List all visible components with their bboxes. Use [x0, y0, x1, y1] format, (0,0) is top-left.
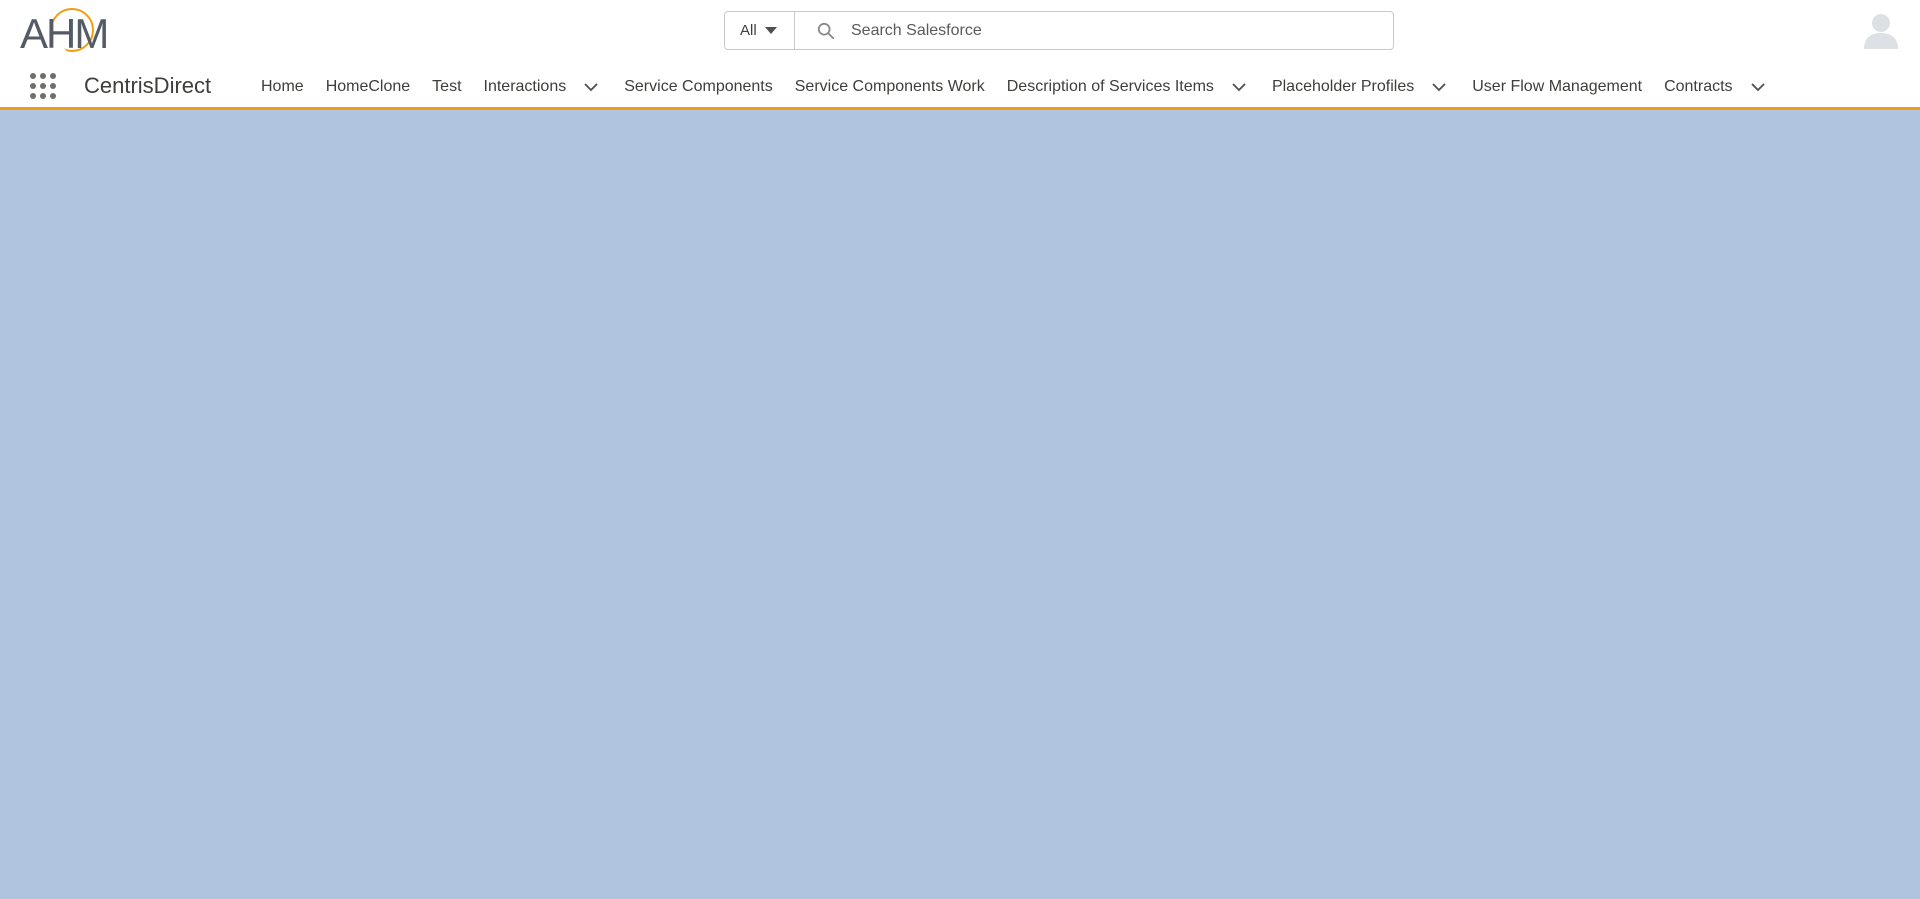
global-header: AHM All CentrisDirect Home HomeClone Test I…	[0, 0, 1920, 110]
app-navigation-bar: CentrisDirect Home HomeClone Test Interacti…	[0, 66, 1920, 107]
chevron-down-icon[interactable]	[584, 82, 598, 92]
user-avatar-icon[interactable]	[1862, 11, 1900, 49]
chevron-down-icon[interactable]	[1232, 82, 1246, 92]
ahm-logo[interactable]: AHM	[20, 8, 120, 57]
nav-tab-label: User Flow Management	[1472, 77, 1643, 95]
nav-tab-placeholder-profiles[interactable]: Placeholder Profiles	[1261, 66, 1461, 107]
app-name: CentrisDirect	[84, 73, 212, 98]
nav-tab-description-of-services-items[interactable]: Description of Services Items	[996, 66, 1261, 107]
nav-tab-label: Contracts	[1664, 77, 1733, 95]
nav-tab-homeclone[interactable]: HomeClone	[315, 66, 421, 107]
search-scope-dropdown[interactable]: All	[725, 12, 795, 49]
logo-text: AHM	[20, 10, 109, 57]
global-search: All	[724, 11, 1394, 50]
nav-tab-test[interactable]: Test	[421, 66, 472, 107]
nav-tab-label: HomeClone	[325, 77, 411, 95]
search-input[interactable]	[849, 20, 1353, 41]
nav-tab-label: Test	[432, 77, 462, 95]
chevron-down-icon[interactable]	[1432, 82, 1446, 92]
nav-tab-home[interactable]: Home	[250, 66, 315, 107]
nav-tab-label: Service Components	[624, 77, 773, 95]
nav-tab-label: Home	[261, 77, 304, 95]
nav-tab-label: Interactions	[483, 77, 567, 95]
main-content-area	[0, 110, 1920, 899]
nav-tabs: Home HomeClone Test Interactions Service Com…	[250, 66, 1780, 107]
nav-tab-label: Placeholder Profiles	[1271, 77, 1415, 95]
nav-tab-service-components[interactable]: Service Components	[613, 66, 784, 107]
app-launcher-icon[interactable]	[30, 73, 58, 101]
caret-down-icon	[764, 27, 777, 34]
nav-tab-user-flow-management[interactable]: User Flow Management	[1461, 66, 1653, 107]
chevron-down-icon[interactable]	[1750, 82, 1765, 92]
nav-tab-contracts[interactable]: Contracts	[1653, 66, 1779, 107]
nav-tab-service-components-work[interactable]: Service Components Work	[784, 66, 996, 107]
search-icon	[817, 22, 835, 39]
nav-tab-label: Service Components Work	[794, 77, 985, 95]
search-scope-label: All	[740, 22, 757, 39]
nav-tab-label: Description of Services Items	[1006, 77, 1214, 95]
nav-tab-interactions[interactable]: Interactions	[473, 66, 614, 107]
